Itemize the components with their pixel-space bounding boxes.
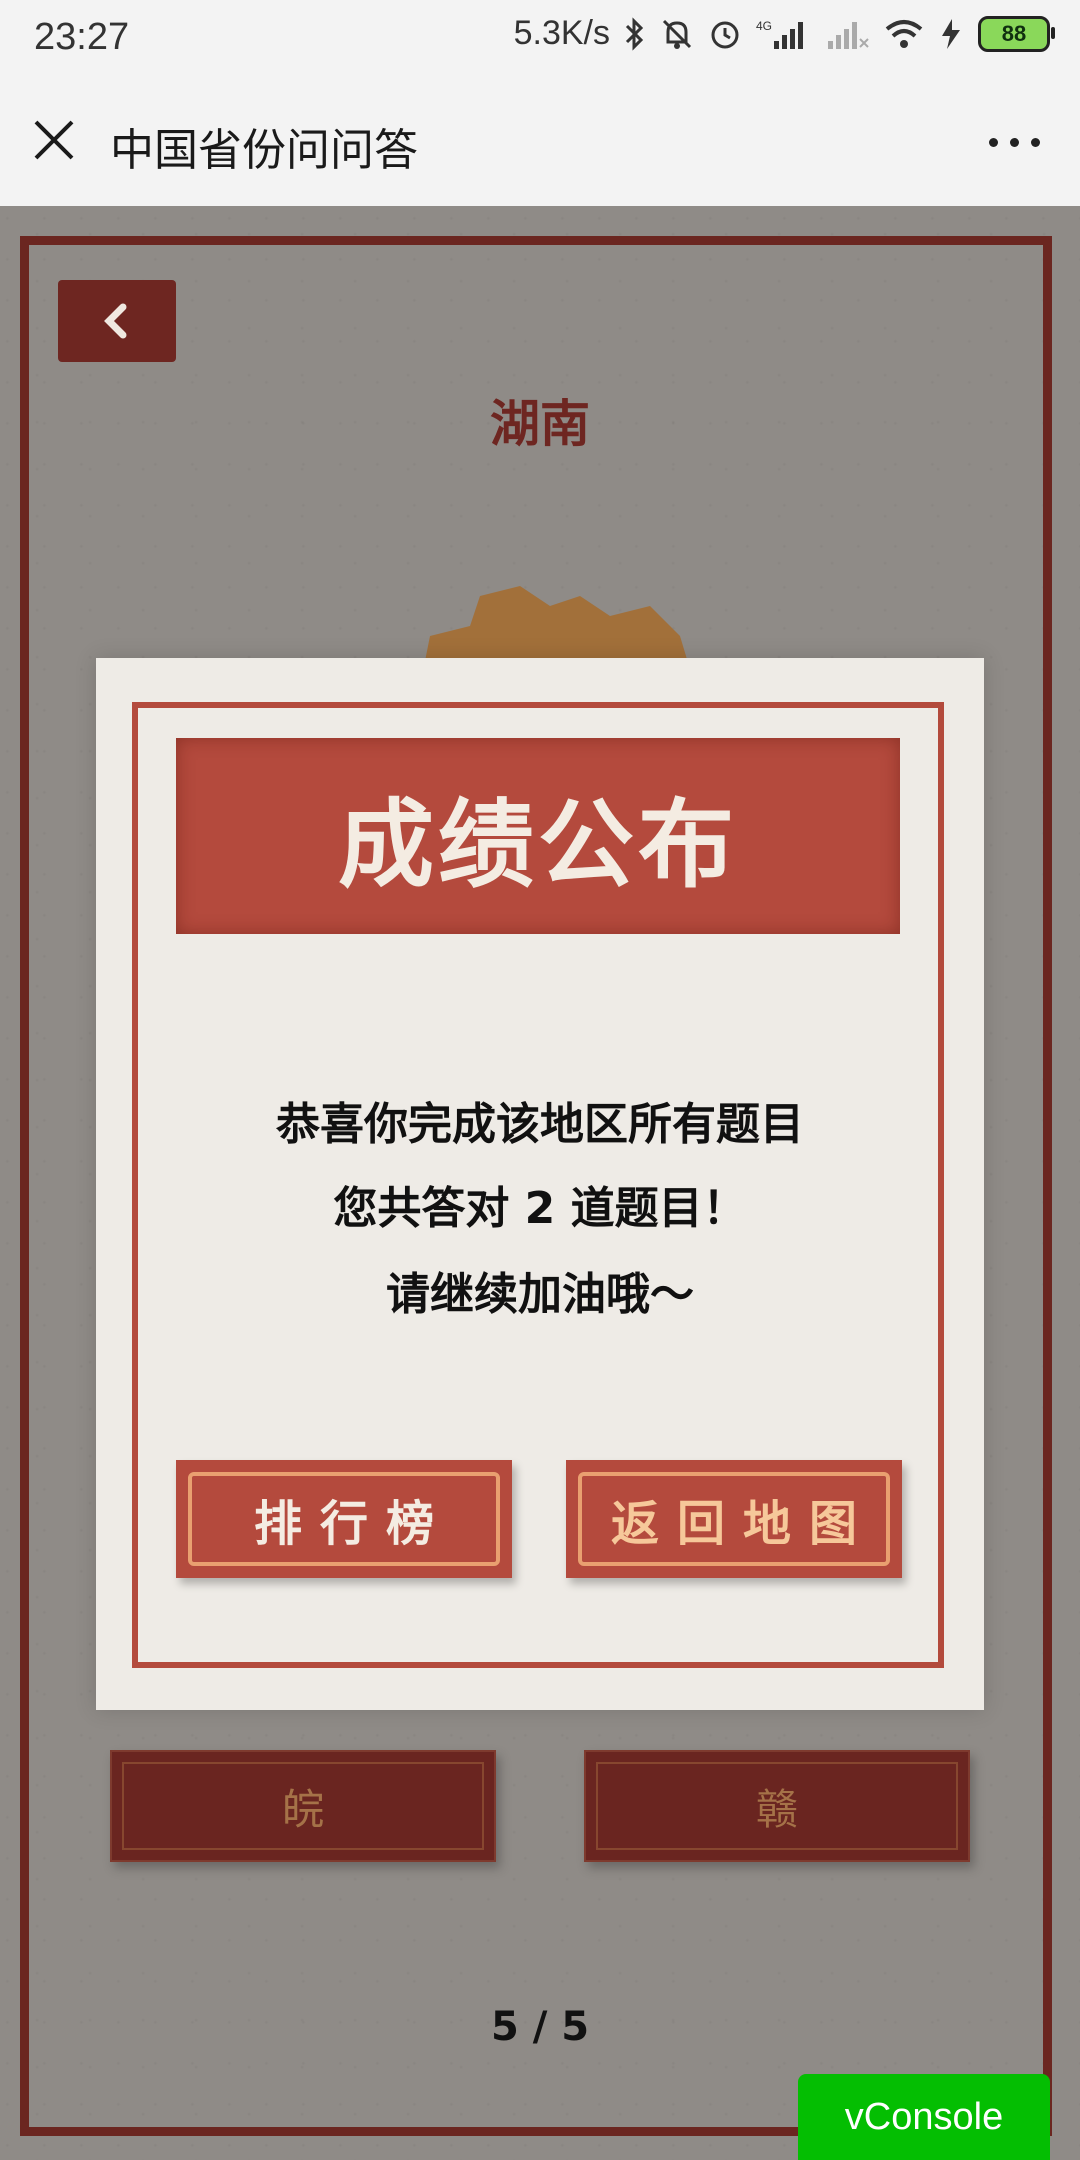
charging-icon: [938, 17, 964, 51]
status-icons: 5.3K/s 4G 88: [513, 14, 1055, 53]
vconsole-button[interactable]: vConsole: [798, 2074, 1050, 2160]
result-modal: 成绩公布 恭喜你完成该地区所有题目 您共答对 2 道题目！ 请继续加油哦～ 排行…: [96, 658, 984, 1710]
option-button[interactable]: 赣: [584, 1750, 970, 1862]
leaderboard-button[interactable]: 排行榜: [176, 1460, 512, 1578]
bluetooth-icon: [624, 16, 646, 51]
mute-bell-icon: [660, 17, 694, 51]
network-speed: 5.3K/s: [513, 14, 610, 52]
wifi-icon: [884, 17, 924, 51]
modal-title: 成绩公布: [338, 788, 738, 901]
status-time: 23:27: [34, 16, 130, 58]
option-button[interactable]: 皖: [110, 1750, 496, 1862]
score-text: 您共答对 2 道题目！: [333, 1183, 747, 1234]
svg-text:4G: 4G: [756, 19, 772, 33]
alarm-icon: [708, 17, 742, 51]
back-button[interactable]: [58, 280, 176, 362]
more-options-icon[interactable]: [989, 138, 1040, 147]
option-label: 赣: [755, 1784, 798, 1834]
province-name: 湖南: [490, 395, 590, 453]
chevron-left-icon: [104, 303, 127, 339]
congrats-text: 恭喜你完成该地区所有题目: [276, 1099, 804, 1150]
back-to-map-label: 返回地图: [610, 1496, 875, 1552]
option-label: 皖: [281, 1784, 324, 1834]
leaderboard-label: 排行榜: [253, 1496, 452, 1552]
page-title: 中国省份问问答: [110, 126, 418, 175]
back-to-map-button[interactable]: 返回地图: [566, 1460, 902, 1578]
cellular-weak-icon: [826, 17, 870, 51]
modal-header: 成绩公布: [176, 738, 900, 934]
status-bar: 23:27 5.3K/s 4G 88: [0, 0, 1080, 76]
cellular-4g-icon: 4G: [756, 17, 812, 51]
battery-icon: 88: [978, 15, 1055, 52]
title-bar: 中国省份问问答: [0, 76, 1080, 207]
encourage-text: 请继续加油哦～: [386, 1269, 694, 1320]
close-icon[interactable]: [30, 116, 78, 164]
page-indicator: 5 / 5: [490, 2004, 590, 2050]
